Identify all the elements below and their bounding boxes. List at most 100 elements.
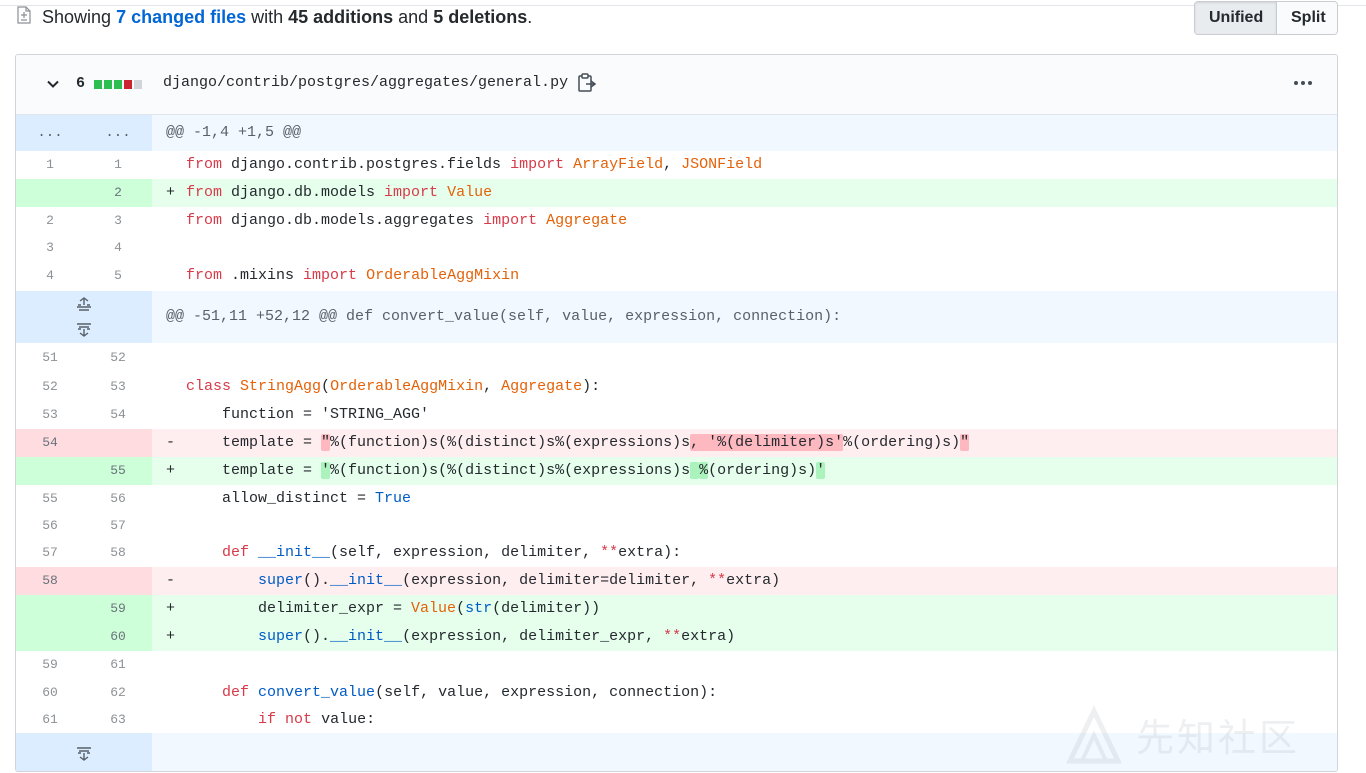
new-line-number[interactable]: 54 <box>84 401 152 429</box>
unfold-up-icon[interactable] <box>74 297 94 313</box>
old-line-number[interactable]: 53 <box>16 401 84 429</box>
new-line-number[interactable] <box>84 567 152 595</box>
new-line-number[interactable]: 58 <box>84 539 152 567</box>
old-line-number[interactable]: 60 <box>16 679 84 707</box>
code-line: if not value: <box>258 711 376 728</box>
diff-summary: Showing 7 changed files with 45 addition… <box>16 4 532 30</box>
diff-table: ... ... @@ -1,4 +1,5 @@ 1 1 from django.… <box>16 115 1337 771</box>
expand-old[interactable]: ... <box>16 115 84 151</box>
diffstat <box>94 80 142 89</box>
table-row: 3 4 <box>16 235 1337 261</box>
table-row: 53 54 function = 'STRING_AGG' <box>16 401 1337 429</box>
new-line-number[interactable]: 4 <box>84 235 152 261</box>
old-line-number[interactable] <box>16 179 84 207</box>
new-line-number[interactable]: 63 <box>84 707 152 733</box>
code-line: allow_distinct = True <box>186 490 412 507</box>
new-line-number[interactable]: 60 <box>84 623 152 651</box>
expand-new[interactable]: ... <box>84 115 152 151</box>
new-line-number[interactable]: 5 <box>84 261 152 291</box>
old-line-number[interactable]: 59 <box>16 651 84 679</box>
old-line-number[interactable]: 4 <box>16 261 84 291</box>
old-line-number[interactable]: 52 <box>16 373 84 401</box>
code-line: def __init__(self, expression, delimiter… <box>222 544 682 561</box>
unfold-down-icon[interactable] <box>74 745 94 761</box>
file-path[interactable]: django/contrib/postgres/aggregates/gener… <box>163 74 568 91</box>
table-row: 59 + delimiter_expr = Value(str(delimite… <box>16 595 1337 623</box>
summary-prefix: Showing <box>42 7 112 27</box>
deletions-count: 5 deletions <box>433 7 528 27</box>
table-row: 54 - template = "%(function)s(%(distinct… <box>16 429 1337 457</box>
new-line-number[interactable]: 1 <box>84 151 152 179</box>
new-line-number[interactable]: 55 <box>84 457 152 485</box>
hunk-footer-row <box>16 733 1337 771</box>
new-line-number[interactable]: 61 <box>84 651 152 679</box>
chevron-down-icon[interactable] <box>46 77 60 91</box>
table-row: 61 63 if not value: <box>16 707 1337 733</box>
table-row: 58 - super().__init__(expression, delimi… <box>16 567 1337 595</box>
new-line-number[interactable]: 53 <box>84 373 152 401</box>
table-row: 59 61 <box>16 651 1337 679</box>
new-line-number[interactable]: 52 <box>84 343 152 373</box>
summary-suffix: . <box>527 7 533 27</box>
old-line-number[interactable]: 54 <box>16 429 84 457</box>
new-line-number[interactable]: 62 <box>84 679 152 707</box>
file-diff-icon <box>17 6 31 24</box>
file-diff: 6 django/contrib/postgres/aggregates/gen… <box>15 54 1338 772</box>
old-line-number[interactable] <box>16 595 84 623</box>
split-view-button[interactable]: Split <box>1277 2 1337 34</box>
summary-with: with <box>246 7 289 27</box>
old-line-number[interactable]: 2 <box>16 207 84 235</box>
code-line: + from django.db.models import Value <box>152 179 1337 207</box>
table-row: 2 + from django.db.models import Value <box>16 179 1337 207</box>
clipboard-icon[interactable] <box>577 72 597 94</box>
diffstat-block <box>124 80 132 89</box>
unfold-down-icon[interactable] <box>74 321 94 337</box>
table-row: 51 52 <box>16 343 1337 373</box>
old-line-number[interactable]: 1 <box>16 151 84 179</box>
old-line-number[interactable]: 61 <box>16 707 84 733</box>
diff-toolbar: Showing 7 changed files with 45 addition… <box>0 0 1366 36</box>
new-line-number[interactable]: 3 <box>84 207 152 235</box>
code-line: - template = "%(function)s(%(distinct)s%… <box>152 429 1337 457</box>
new-line-number[interactable]: 59 <box>84 595 152 623</box>
additions-count: 45 additions <box>288 7 394 27</box>
hunk-header-row: @@ -51,11 +52,12 @@ def convert_value(se… <box>16 291 1337 343</box>
hunk-header: @@ -1,4 +1,5 @@ <box>152 115 1337 151</box>
old-line-number[interactable]: 3 <box>16 235 84 261</box>
new-line-number[interactable]: 2 <box>84 179 152 207</box>
hunk-header-row: ... ... @@ -1,4 +1,5 @@ <box>16 115 1337 151</box>
diffstat-block <box>104 80 112 89</box>
table-row: 55 56 allow_distinct = True <box>16 485 1337 513</box>
table-row: 1 1 from django.contrib.postgres.fields … <box>16 151 1337 179</box>
code-line: + delimiter_expr = Value(str(delimiter)) <box>152 595 1337 623</box>
table-row: 60 62 def convert_value(self, value, exp… <box>16 679 1337 707</box>
code-line: + super().__init__(expression, delimiter… <box>152 623 1337 651</box>
kebab-icon[interactable] <box>1294 81 1312 85</box>
diff-view-toggle: Unified Split <box>1194 1 1338 35</box>
old-line-number[interactable] <box>16 457 84 485</box>
old-line-number[interactable]: 56 <box>16 513 84 539</box>
code-line: + template = '%(function)s(%(distinct)s%… <box>152 457 1337 485</box>
table-row: 56 57 <box>16 513 1337 539</box>
changed-files-link[interactable]: 7 changed files <box>116 4 246 30</box>
old-line-number[interactable]: 51 <box>16 343 84 373</box>
new-line-number[interactable]: 57 <box>84 513 152 539</box>
file-header: 6 django/contrib/postgres/aggregates/gen… <box>16 55 1337 115</box>
new-line-number[interactable]: 56 <box>84 485 152 513</box>
code-line: class StringAgg(OrderableAggMixin, Aggre… <box>186 378 601 395</box>
expand-controls <box>16 733 152 771</box>
old-line-number[interactable]: 57 <box>16 539 84 567</box>
unified-view-button[interactable]: Unified <box>1195 2 1277 34</box>
change-count: 6 <box>76 75 86 92</box>
hunk-header: @@ -51,11 +52,12 @@ def convert_value(se… <box>152 291 1337 343</box>
summary-and: and <box>393 7 434 27</box>
code-line: - super().__init__(expression, delimiter… <box>152 567 1337 595</box>
old-line-number[interactable]: 58 <box>16 567 84 595</box>
code-line: from .mixins import OrderableAggMixin <box>186 267 520 284</box>
new-line-number[interactable] <box>84 429 152 457</box>
old-line-number[interactable] <box>16 623 84 651</box>
old-line-number[interactable]: 55 <box>16 485 84 513</box>
table-row: 4 5 from .mixins import OrderableAggMixi… <box>16 261 1337 291</box>
